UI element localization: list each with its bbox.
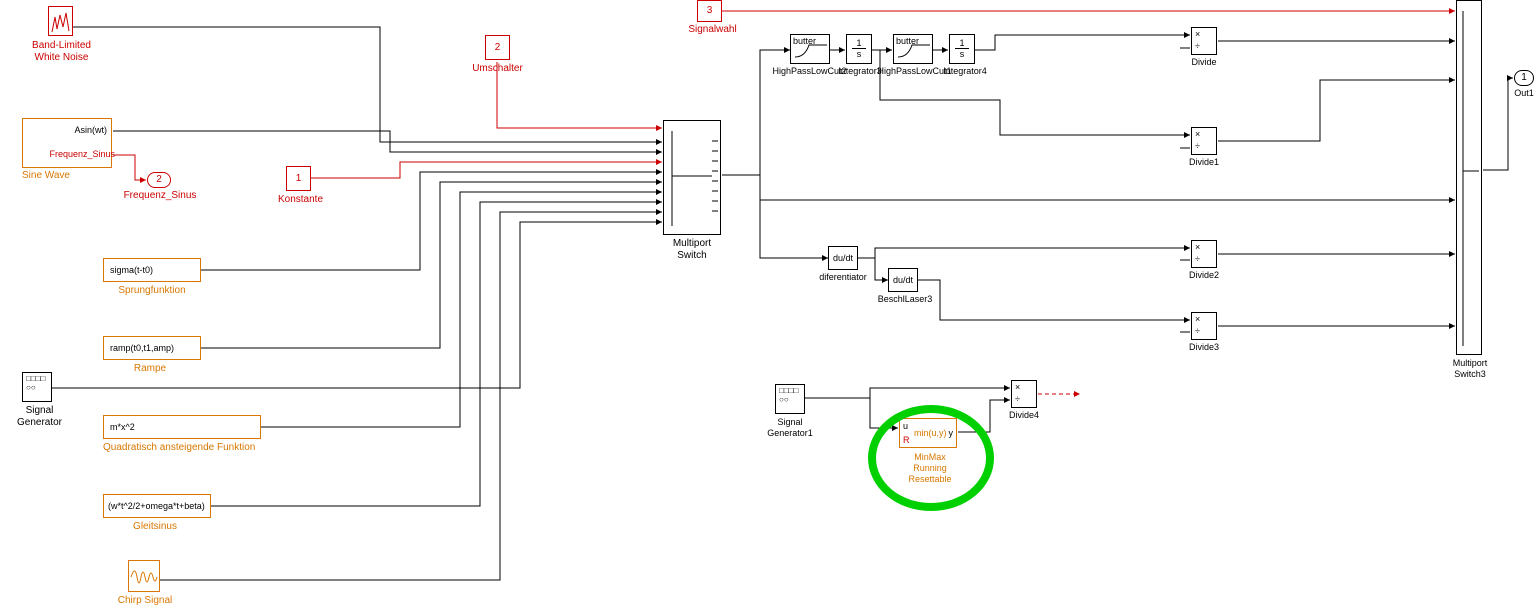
sprung-label: Sprungfunktion bbox=[103, 285, 201, 297]
minmax-label: MinMax Running Resettable bbox=[895, 452, 965, 484]
wiring-canvas bbox=[0, 0, 1536, 615]
sig-gen-block[interactable]: □□□□ ○○ bbox=[22, 372, 52, 402]
sig-gen1-block[interactable]: □□□□ ○○ bbox=[775, 384, 805, 414]
mswitch3-label: Multiport Switch3 bbox=[1440, 358, 1500, 380]
divide1-label: Divide1 bbox=[1182, 157, 1226, 168]
gleit-label: Gleitsinus bbox=[125, 521, 185, 533]
minmax-y: y bbox=[949, 428, 954, 438]
divide-block[interactable]: × ÷ bbox=[1191, 27, 1217, 55]
sprung-block[interactable]: sigma(t-t0) bbox=[103, 258, 201, 282]
freq-sinus-inside: Frequenz_Sinus bbox=[30, 149, 115, 160]
band-noise-block[interactable] bbox=[48, 6, 73, 36]
signalwahl-num: 3 bbox=[707, 5, 713, 16]
minmax-u: u bbox=[903, 421, 908, 431]
beschl-sym: du/dt bbox=[893, 275, 913, 285]
gleit-expr: (w*t^2/2+omega*t+beta) bbox=[108, 501, 205, 511]
chirp-label: Chirp Signal bbox=[110, 595, 180, 607]
integrator4[interactable]: 1 s bbox=[949, 34, 975, 64]
butter-label2: butter bbox=[896, 36, 919, 46]
band-noise-label: Band-Limited White Noise bbox=[14, 40, 109, 64]
divide-label: Divide bbox=[1184, 57, 1224, 68]
diff-block[interactable]: du/dt bbox=[828, 246, 858, 270]
umschalter-block[interactable]: 2 bbox=[485, 35, 510, 60]
signalwahl-block[interactable]: 3 bbox=[697, 0, 722, 22]
hplc2-block[interactable]: butter bbox=[893, 34, 933, 64]
hplc1-block[interactable]: butter bbox=[790, 34, 830, 64]
out1-port[interactable]: 1 bbox=[1514, 70, 1534, 86]
umschalter-num: 2 bbox=[495, 42, 501, 53]
quad-label: Quadratisch ansteigende Funktion bbox=[103, 442, 273, 454]
beschl-label: BeschlLaser3 bbox=[870, 294, 940, 305]
divide4-block[interactable]: × ÷ bbox=[1011, 380, 1037, 408]
rampe-label: Rampe bbox=[120, 363, 180, 375]
integ4-label: Integrator4 bbox=[935, 66, 995, 77]
divide2-block[interactable]: × ÷ bbox=[1191, 240, 1217, 268]
signalwahl-label: Signalwahl bbox=[685, 24, 740, 36]
out1-num: 1 bbox=[1521, 72, 1527, 83]
divide2-label: Divide2 bbox=[1182, 270, 1226, 281]
freq-sinus-port-num: 2 bbox=[156, 174, 162, 185]
mswitch-label: Multiport Switch bbox=[663, 238, 721, 262]
asin-label: Asin(wt) bbox=[74, 125, 107, 136]
sine-wave-label: Sine Wave bbox=[22, 170, 82, 182]
konstante-num: 1 bbox=[296, 173, 302, 184]
butter-label1: butter bbox=[793, 36, 816, 46]
sig-gen1-label: Signal Generator1 bbox=[760, 417, 820, 439]
freq-sinus-port[interactable]: 2 bbox=[147, 172, 171, 188]
rampe-expr: ramp(t0,t1,amp) bbox=[110, 343, 174, 353]
divide3-label: Divide3 bbox=[1182, 342, 1226, 353]
chirp-block[interactable] bbox=[128, 560, 160, 592]
integrator3[interactable]: 1 s bbox=[846, 34, 872, 64]
konstante-label: Konstante bbox=[273, 194, 328, 206]
sig-gen-label: Signal Generator bbox=[12, 405, 67, 429]
diff-label: diferentiator bbox=[812, 272, 874, 283]
divide4-label: Divide4 bbox=[1002, 410, 1046, 421]
gleit-block[interactable]: (w*t^2/2+omega*t+beta) bbox=[103, 494, 211, 518]
quad-expr: m*x^2 bbox=[110, 422, 135, 432]
multiport-switch[interactable] bbox=[663, 120, 721, 235]
minmax-block[interactable]: u R min(u,y) y bbox=[899, 418, 957, 448]
divide1-block[interactable]: × ÷ bbox=[1191, 127, 1217, 155]
out1-label: Out1 bbox=[1510, 88, 1536, 99]
minmax-fn: min(u,y) bbox=[914, 428, 947, 438]
umschalter-label: Umschalter bbox=[470, 63, 525, 75]
rampe-block[interactable]: ramp(t0,t1,amp) bbox=[103, 336, 201, 360]
konstante-block[interactable]: 1 bbox=[286, 166, 311, 191]
multiport-switch3[interactable] bbox=[1456, 0, 1482, 355]
quad-block[interactable]: m*x^2 bbox=[103, 415, 261, 439]
minmax-r: R bbox=[903, 435, 910, 445]
diff-sym: du/dt bbox=[833, 253, 853, 263]
sprung-expr: sigma(t-t0) bbox=[110, 265, 153, 275]
sine-wave-block[interactable]: Asin(wt) bbox=[22, 118, 112, 168]
freq-sinus-label: Frequenz_Sinus bbox=[120, 190, 200, 202]
beschl-block[interactable]: du/dt bbox=[888, 268, 918, 292]
divide3-block[interactable]: × ÷ bbox=[1191, 312, 1217, 340]
